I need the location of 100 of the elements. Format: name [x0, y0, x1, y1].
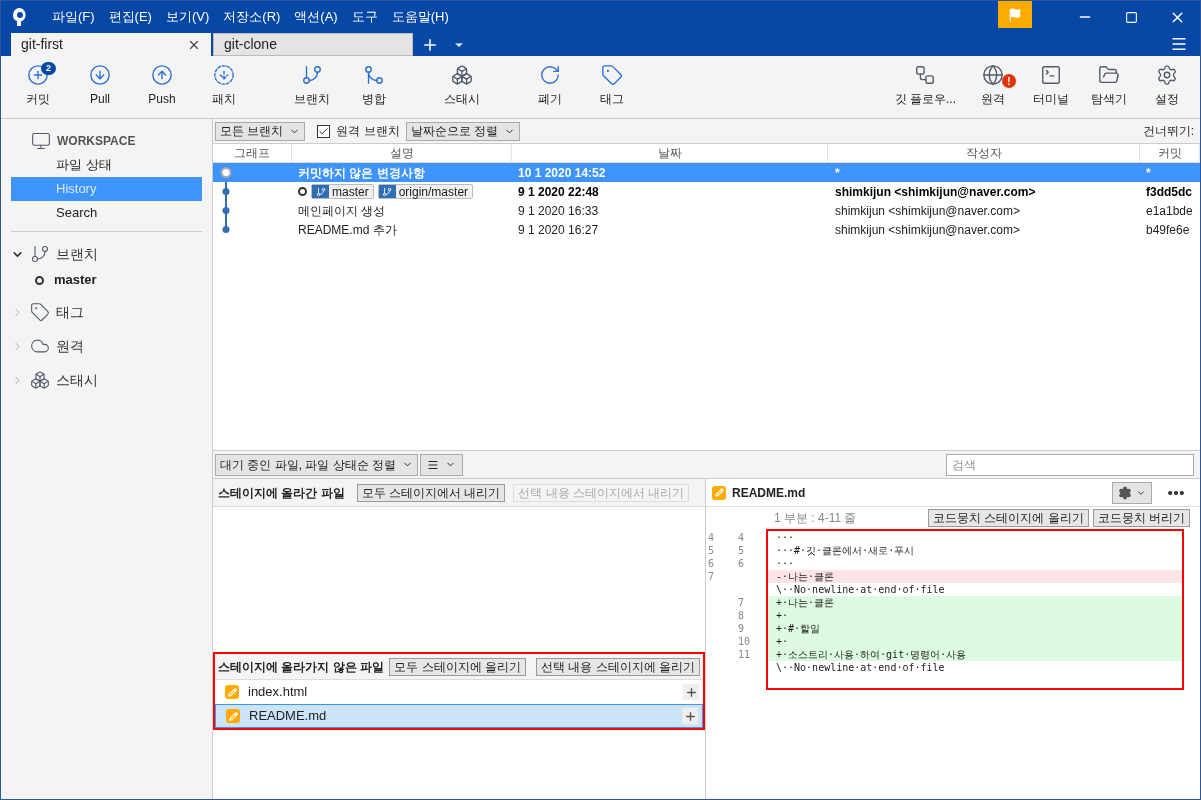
- file-name: index.html: [248, 683, 309, 702]
- toolbar-button[interactable]: Push: [133, 56, 191, 118]
- action-button[interactable]: 모두 스테이지에서 내리기: [356, 483, 506, 502]
- sidebar-item[interactable]: 파일 상태: [11, 153, 202, 177]
- commit-node-icon: [220, 201, 232, 220]
- down-arrow-dashed-circle-icon: [213, 64, 235, 86]
- plus-circle-icon: [27, 64, 49, 86]
- commit-hash: *: [1145, 164, 1152, 182]
- file-filter-dropdown[interactable]: 대기 중인 파일, 파일 상태순 정렬: [215, 453, 418, 476]
- column-header[interactable]: 설명: [292, 144, 512, 162]
- branch-filter-dropdown[interactable]: 모든 브랜치: [215, 121, 306, 141]
- settings-icon: [1156, 64, 1178, 86]
- down-arrow-circle-icon: [89, 64, 111, 86]
- settings-icon: [1118, 485, 1132, 500]
- sidebar-section[interactable]: 태그: [56, 301, 84, 323]
- commit-date: 10 1 2020 14:52: [517, 164, 607, 182]
- line-number: 11: [738, 649, 751, 660]
- view-mode-dropdown[interactable]: [420, 453, 463, 476]
- column-header[interactable]: 작성자: [828, 144, 1140, 162]
- toolbar-button[interactable]: 깃 플로우...: [886, 56, 964, 118]
- column-header[interactable]: 날짜: [512, 144, 828, 162]
- sidebar-item[interactable]: Search: [11, 201, 202, 225]
- list-icon: [427, 458, 439, 471]
- commit-row[interactable]: README.md 추가 9 1 2020 16:27 shimkijun <shimkijun@naver.com> b49fe6e: [213, 220, 1200, 239]
- globe-icon: [982, 64, 1004, 86]
- menu-item[interactable]: 저장소(R): [216, 7, 288, 27]
- stage-file-button[interactable]: [683, 684, 699, 700]
- column-header[interactable]: 커밋: [1140, 144, 1200, 162]
- plus-icon: [684, 685, 698, 699]
- menu-item[interactable]: 액션(A): [287, 7, 345, 27]
- commit-row[interactable]: master origin/master 9 1 2020 22:48 shimkijun <shimkijun@naver.com> f3dd5dc: [213, 182, 1200, 201]
- toolbar-button[interactable]: 폐기: [521, 56, 579, 118]
- toolbar-button[interactable]: 설정: [1138, 56, 1196, 118]
- line-number: 5: [708, 545, 715, 556]
- branch-item[interactable]: master: [54, 270, 97, 290]
- commit-hash: f3dd5dc: [1145, 183, 1193, 201]
- diff-line: ···: [775, 531, 796, 544]
- toolbar-button[interactable]: 태그: [583, 56, 641, 118]
- alert-icon: !: [1002, 74, 1016, 88]
- commit-date: 9 1 2020 16:27: [517, 221, 600, 239]
- toolbar-button[interactable]: 탐색기: [1080, 56, 1138, 118]
- commit-row[interactable]: 메인페이지 생성 9 1 2020 16:33 shimkijun <shimkijun@naver.com> e1a1bde: [213, 201, 1200, 220]
- line-number: 9: [738, 623, 745, 634]
- toolbar-button[interactable]: 브랜치: [283, 56, 341, 118]
- new-tab-icon[interactable]: [421, 36, 439, 54]
- sidebar-section[interactable]: 브랜치: [56, 243, 98, 265]
- maximize-icon[interactable]: [1124, 10, 1138, 24]
- menu-item[interactable]: 도구: [344, 7, 385, 27]
- menu-item[interactable]: 편집(E): [101, 7, 159, 27]
- toolbar-button[interactable]: 원격 !: [964, 56, 1022, 118]
- stage-file-button[interactable]: [682, 708, 698, 724]
- panel-title: 스테이지에 올라간 파일: [218, 484, 345, 502]
- toolbar-button[interactable]: Pull: [71, 56, 129, 118]
- action-button[interactable]: 코드뭉치 버리기: [1092, 509, 1190, 527]
- remote-branches-checkbox[interactable]: [317, 124, 331, 138]
- repo-tab[interactable]: git-first: [11, 33, 211, 56]
- file-row[interactable]: README.md: [215, 704, 703, 728]
- branch-icon: [382, 186, 393, 197]
- action-button[interactable]: 모두 스테이지에 올리기: [389, 657, 526, 676]
- menu-item[interactable]: 보기(V): [158, 7, 217, 27]
- toolbar-button[interactable]: 터미널: [1022, 56, 1080, 118]
- hunk-header: 1 부분 : 4-11 줄: [774, 510, 858, 527]
- toolbar-button[interactable]: 병합: [345, 56, 403, 118]
- tag-icon: [601, 64, 623, 86]
- line-number: 6: [738, 558, 745, 569]
- line-number: 6: [708, 558, 715, 569]
- search-field[interactable]: 검색: [946, 453, 1194, 476]
- sort-dropdown[interactable]: 날짜순으로 정렬: [405, 121, 521, 141]
- diff-file-name: README.md: [732, 484, 807, 502]
- commit-description: README.md 추가: [298, 221, 397, 239]
- action-button[interactable]: 선택 내용 스테이지에 올리기: [536, 657, 700, 676]
- toolbar-button[interactable]: 커밋 2: [9, 56, 67, 118]
- modified-icon: [225, 685, 239, 699]
- merge-icon: [363, 64, 385, 86]
- commit-author: shimkijun <shimkijun@naver.com>: [834, 202, 1021, 220]
- diff-line: ···#·깃·클론에서·새로·푸시: [775, 544, 916, 557]
- commit-author: shimkijun <shimkijun@naver.com>: [834, 183, 1037, 201]
- file-row[interactable]: index.html: [215, 680, 703, 704]
- file-name: README.md: [249, 707, 328, 726]
- sidebar-section[interactable]: 스태시: [56, 369, 98, 391]
- settings-dropdown[interactable]: [1112, 481, 1152, 504]
- repo-tab[interactable]: git-clone: [213, 33, 413, 56]
- commit-description: 커밋하지 않은 변경사항: [298, 164, 425, 182]
- line-number: 8: [738, 610, 745, 621]
- panel-title: 스테이지에 올라가지 않은 파일: [218, 658, 384, 676]
- menu-icon[interactable]: [1170, 35, 1188, 53]
- branch-label[interactable]: origin/master: [377, 184, 474, 199]
- sidebar-section[interactable]: 원격: [56, 335, 84, 357]
- menu-item[interactable]: 파일(F): [45, 7, 102, 27]
- app-logo-icon: [11, 7, 29, 27]
- column-header[interactable]: 그래프: [213, 144, 292, 162]
- branch-label[interactable]: master: [311, 184, 374, 199]
- menu-item[interactable]: 도움말(H): [384, 7, 456, 27]
- section-heading: WORKSPACE: [57, 133, 136, 150]
- tag-icon: [30, 302, 50, 322]
- toolbar-button[interactable]: 스태시: [433, 56, 491, 118]
- commit-hash: b49fe6e: [1145, 221, 1191, 239]
- toolbar-button[interactable]: 패치: [195, 56, 253, 118]
- action-button[interactable]: 코드뭉치 스테이지에 올리기: [928, 509, 1089, 527]
- flow-icon: [914, 64, 937, 86]
